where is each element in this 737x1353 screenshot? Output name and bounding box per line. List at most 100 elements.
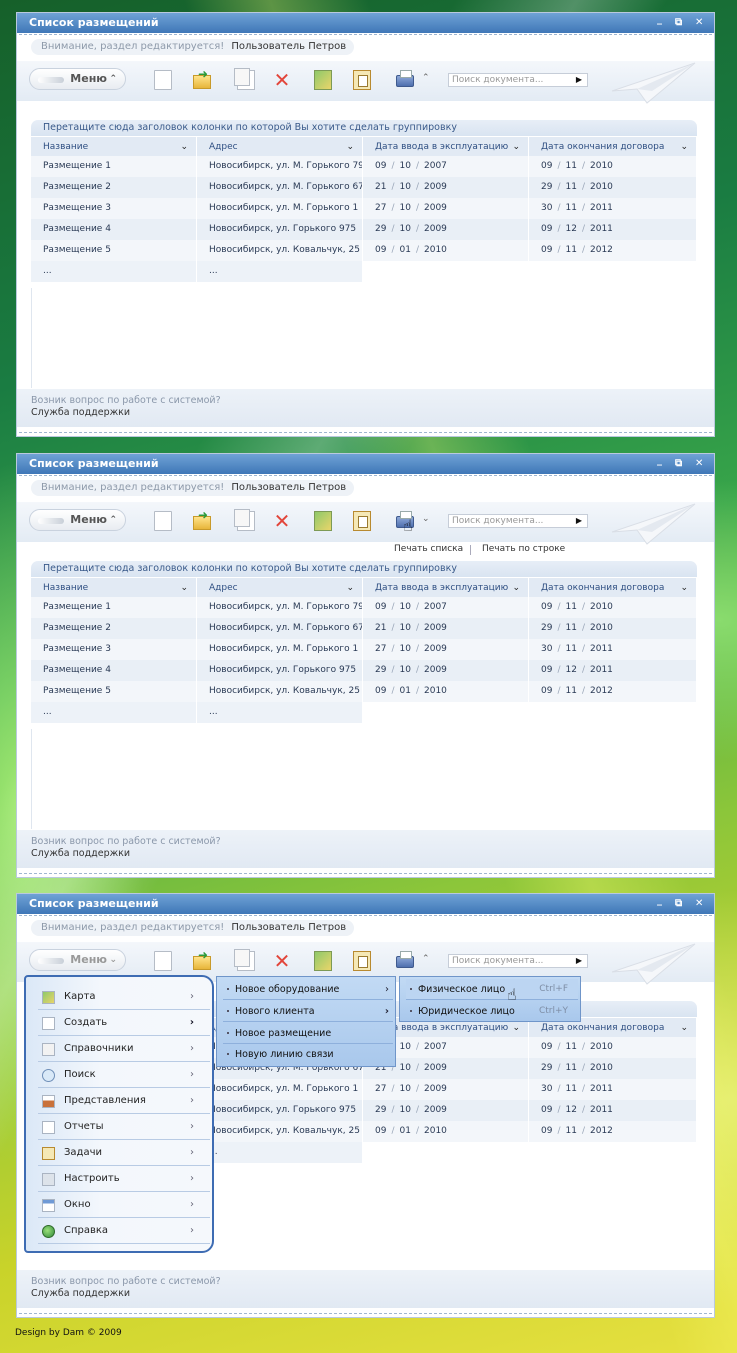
column-header-end-date[interactable]: Дата окончания договора ⌄ (529, 578, 697, 597)
column-header-address[interactable]: Адрес⌄ (197, 137, 363, 156)
table-row[interactable]: Размещение 5 Новосибирск, ул. Ковальчук,… (31, 240, 697, 261)
submenu-item-new-line[interactable]: Новую линию связи (223, 1044, 393, 1065)
menu-item-search[interactable]: Поиск › (38, 1062, 210, 1088)
paper-plane-icon (611, 62, 696, 104)
print-icon[interactable] (396, 951, 414, 968)
menu-item-window[interactable]: Окно › (38, 1192, 210, 1218)
help-question: Возник вопрос по работе с системой? (31, 395, 221, 406)
chevron-down-icon[interactable]: ⌄ (422, 514, 430, 524)
submenu-item-legal-entity[interactable]: Юридическое лицо Ctrl+Y (406, 1001, 578, 1022)
copy-icon[interactable] (234, 949, 255, 971)
table-row[interactable]: Размещение 5 Новосибирск, ул. Ковальчук,… (31, 681, 697, 702)
chevron-up-icon[interactable]: ⌃ (422, 954, 430, 964)
menu-button[interactable]: Меню ⌄ (29, 949, 126, 971)
map-icon[interactable] (314, 70, 332, 90)
menu-item-views[interactable]: Представления › (38, 1088, 210, 1114)
support-link[interactable]: Служба поддержки (31, 407, 700, 418)
grid-rows: Размещение 1 Новосибирск, ул. М. Горьког… (31, 156, 697, 282)
delete-icon[interactable]: ✕ (273, 511, 291, 531)
menu-button[interactable]: Меню ⌃ (29, 509, 126, 531)
submenu-item-new-client[interactable]: Нового клиента › (223, 1001, 393, 1022)
menu-item-references[interactable]: Справочники › (38, 1036, 210, 1062)
table-row[interactable]: Размещение 4 Новосибирск, ул. Горького 9… (31, 660, 697, 681)
settings-gear-icon (42, 1173, 55, 1186)
submenu-item-individual[interactable]: Физическое лицо Ctrl+F (406, 979, 578, 1000)
search-go-icon[interactable]: ▶ (576, 955, 582, 967)
restore-icon[interactable]: ⧉ (675, 894, 682, 914)
table-row[interactable]: Размещение 1 Новосибирск, ул. М. Горьког… (31, 156, 697, 177)
menu-item-reports[interactable]: Отчеты › (38, 1114, 210, 1140)
cell-name: Размещение 5 (31, 681, 197, 702)
table-row[interactable]: Размещение 2 Новосибирск, ул. М. Горьког… (31, 177, 697, 198)
grid-header: Название⌄ Адрес⌄ Дата ввода в эксплуатац… (31, 136, 697, 156)
toolbar: Меню ⌃ ✕ ⌄ ☝ Поиск документа... ▶ (17, 502, 714, 545)
new-document-icon[interactable] (154, 951, 172, 971)
close-icon[interactable]: ✕ (695, 454, 703, 474)
copy-icon[interactable] (234, 509, 255, 531)
close-icon[interactable]: ✕ (695, 894, 703, 914)
print-icon[interactable] (396, 70, 414, 87)
menu-button[interactable]: Меню ⌃ (29, 68, 126, 90)
submenu-item-new-placement[interactable]: Новое размещение (223, 1023, 393, 1044)
clipboard-icon[interactable] (353, 511, 371, 531)
menu-item-tasks[interactable]: Задачи › (38, 1140, 210, 1166)
minimize-icon[interactable]: _ (657, 10, 662, 30)
open-folder-icon[interactable] (193, 67, 211, 89)
map-icon[interactable] (314, 951, 332, 971)
table-row[interactable]: Размещение 1 Новосибирск, ул. М. Горьког… (31, 597, 697, 618)
minimize-icon[interactable]: _ (657, 891, 662, 911)
print-list-option[interactable]: Печать списка (394, 544, 463, 554)
menu-item-help[interactable]: Справка › (38, 1218, 210, 1244)
table-row-more[interactable]: ... ... (31, 702, 697, 723)
support-link[interactable]: Служба поддержки (31, 848, 700, 859)
menu-item-create[interactable]: Создать › (38, 1010, 210, 1036)
submenu-item-new-equipment[interactable]: Новое оборудование › (223, 979, 393, 1000)
open-folder-icon[interactable] (193, 508, 211, 530)
clipboard-icon[interactable] (353, 70, 371, 90)
chevron-down-icon: ⌄ (680, 1023, 688, 1033)
table-row-more[interactable]: ... ... (31, 261, 697, 282)
copy-icon[interactable] (234, 68, 255, 90)
support-link[interactable]: Служба поддержки (31, 1288, 700, 1299)
search-go-icon[interactable]: ▶ (576, 515, 582, 527)
search-input[interactable]: Поиск документа... ▶ (448, 514, 588, 528)
minimize-icon[interactable]: _ (657, 451, 662, 471)
new-document-icon[interactable] (154, 70, 172, 90)
column-header-name[interactable]: Название⌄ (31, 578, 197, 597)
map-icon[interactable] (314, 511, 332, 531)
close-icon[interactable]: ✕ (695, 13, 703, 33)
delete-icon[interactable]: ✕ (273, 951, 291, 971)
table-row[interactable]: Размещение 2 Новосибирск, ул. М. Горьког… (31, 618, 697, 639)
column-header-name[interactable]: Название⌄ (31, 137, 197, 156)
print-row-option[interactable]: Печать по строке (482, 544, 565, 554)
search-placeholder: Поиск документа... (452, 75, 544, 85)
open-folder-icon[interactable] (193, 948, 211, 970)
table-row[interactable]: Размещение 3 Новосибирск, ул. М. Горьког… (31, 198, 697, 219)
search-input[interactable]: Поиск документа... ▶ (448, 954, 588, 968)
delete-icon[interactable]: ✕ (273, 70, 291, 90)
column-header-start-date[interactable]: Дата ввода в эксплуатацию ⌄ (363, 578, 529, 597)
clipboard-icon[interactable] (353, 951, 371, 971)
restore-icon[interactable]: ⧉ (675, 454, 682, 474)
group-by-area[interactable]: Перетащите сюда заголовок колонки по кот… (31, 120, 697, 136)
search-input[interactable]: Поиск документа... ▶ (448, 73, 588, 87)
cell-end-date: 29/11/2010 (529, 177, 697, 198)
table-row[interactable]: Размещение 3 Новосибирск, ул. М. Горьког… (31, 639, 697, 660)
current-user[interactable]: Пользователь Петров (231, 41, 346, 52)
column-header-address[interactable]: Адрес⌄ (197, 578, 363, 597)
chevron-right-icon: › (190, 1225, 194, 1236)
chevron-up-icon[interactable]: ⌃ (422, 73, 430, 83)
column-header-end-date[interactable]: Дата окончания договора ⌄ (529, 137, 697, 156)
cell-address: Новосибирск, ул. М. Горького 79 (197, 156, 363, 177)
menu-item-map[interactable]: Карта › (38, 984, 210, 1010)
restore-icon[interactable]: ⧉ (675, 13, 682, 33)
current-user[interactable]: Пользователь Петров (231, 482, 346, 493)
new-document-icon[interactable] (154, 511, 172, 531)
column-header-start-date[interactable]: Дата ввода в эксплуатацию ⌄ (363, 137, 529, 156)
toolbar: Меню ⌃ ✕ ⌃ Поиск документа... ▶ (17, 61, 714, 104)
table-row[interactable]: Размещение 4 Новосибирск, ул. Горького 9… (31, 219, 697, 240)
search-go-icon[interactable]: ▶ (576, 74, 582, 86)
current-user[interactable]: Пользователь Петров (231, 922, 346, 933)
menu-item-settings[interactable]: Настроить › (38, 1166, 210, 1192)
group-by-area[interactable]: Перетащите сюда заголовок колонки по кот… (31, 561, 697, 577)
